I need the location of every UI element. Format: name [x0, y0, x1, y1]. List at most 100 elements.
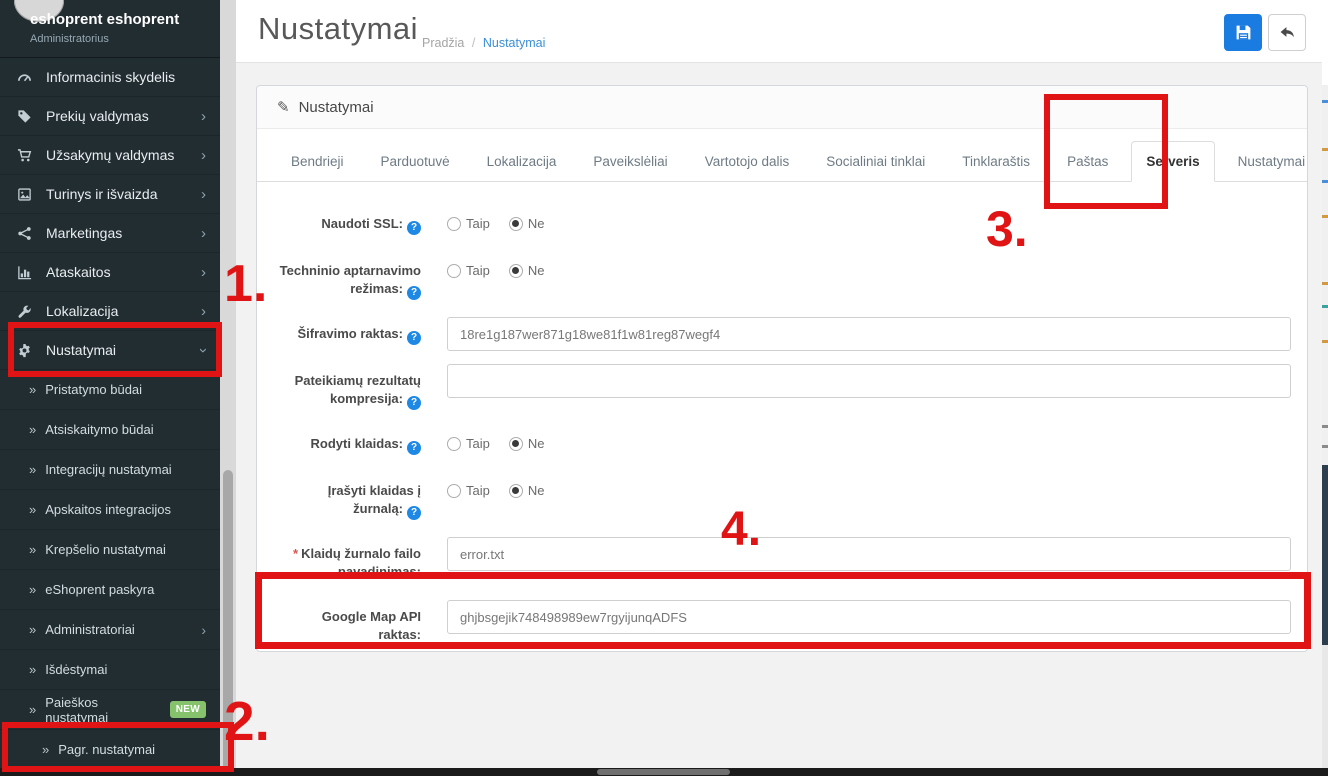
label-text: Rodyti klaidas:	[311, 436, 403, 451]
panel-heading-title: Nustatymai	[299, 99, 374, 116]
sidebar-subitem-apskaitos-integracijos[interactable]: » Apskaitos integracijos	[0, 490, 220, 530]
radio-ne[interactable]	[509, 484, 523, 498]
sidebar-item-ataskaitos[interactable]: Ataskaitos ›	[0, 253, 220, 292]
sidebar-subitem-administratoriai[interactable]: » Administratoriai ›	[0, 610, 220, 650]
double-angle-icon: »	[29, 702, 36, 717]
vertical-scrollbar[interactable]	[220, 0, 236, 776]
radio-ne[interactable]	[509, 217, 523, 231]
new-badge: NEW	[170, 701, 206, 718]
page-title: Nustatymai	[258, 11, 418, 47]
double-angle-icon: »	[29, 542, 36, 557]
pencil-icon: ✎	[277, 98, 290, 116]
sidebar-item-label: Užsakymų valdymas	[46, 147, 174, 163]
radio-group-maintenance: Taip Ne	[447, 254, 1291, 278]
help-icon[interactable]: ?	[407, 441, 421, 455]
annotation-number-4: 4.	[721, 506, 761, 554]
radio-label-taip: Taip	[466, 436, 490, 451]
radio-label-taip: Taip	[466, 216, 490, 231]
radio-taip[interactable]	[447, 437, 461, 451]
tab-nustatymai[interactable]: Nustatymai	[1224, 142, 1320, 181]
tab-parduotuve[interactable]: Parduotuvė	[367, 142, 464, 181]
sidebar-subitem-label: Apskaitos integracijos	[45, 502, 171, 517]
radio-label-ne: Ne	[528, 216, 545, 231]
back-button[interactable]	[1268, 14, 1306, 51]
sidebar-item-uzsakymu-valdymas[interactable]: Užsakymų valdymas ›	[0, 136, 220, 175]
sidebar-subitem-atsiskaitymo-budai[interactable]: » Atsiskaitymo būdai	[0, 410, 220, 450]
tab-bendrieji[interactable]: Bendrieji	[277, 142, 358, 181]
sidebar-subitem-isdestymai[interactable]: » Išdėstymai	[0, 650, 220, 690]
field-label: Techninio aptarnavimo režimas:?	[277, 254, 421, 304]
radio-ne[interactable]	[509, 264, 523, 278]
tab-vartotojo-dalis[interactable]: Vartotojo dalis	[691, 142, 804, 181]
sidebar-subitem-label: Integracijų nustatymai	[45, 462, 171, 477]
label-text: Naudoti SSL:	[321, 216, 403, 231]
undo-arrow-icon	[1278, 24, 1296, 42]
tab-socialiniai-tinklai[interactable]: Socialiniai tinklai	[812, 142, 939, 181]
tag-icon	[17, 109, 37, 124]
encryption-key-input[interactable]	[447, 317, 1291, 351]
sidebar-subitem-krepselio-nustatymai[interactable]: » Krepšelio nustatymai	[0, 530, 220, 570]
sidebar: eshoprent eshoprent Administratorius Inf…	[0, 0, 220, 776]
field-label: Šifravimo raktas:?	[277, 317, 421, 351]
sidebar-subitem-label: Pristatymo būdai	[45, 382, 142, 397]
save-button[interactable]	[1224, 14, 1262, 51]
field-label: Įrašyti klaidas į žurnalą:?	[277, 474, 421, 524]
tab-paveiksleliai[interactable]: Paveikslėliai	[579, 142, 681, 181]
image-icon	[17, 187, 37, 202]
radio-label-ne: Ne	[528, 436, 545, 451]
sidebar-item-marketingas[interactable]: Marketingas ›	[0, 214, 220, 253]
sidebar-item-label: Ataskaitos	[46, 264, 111, 280]
radio-label-taip: Taip	[466, 483, 490, 498]
breadcrumb: Pradžia / Nustatymai	[422, 36, 545, 50]
sidebar-item-label: Prekių valdymas	[46, 108, 149, 124]
sidebar-subitem-label: Išdėstymai	[45, 662, 107, 677]
radio-label-taip: Taip	[466, 263, 490, 278]
field-label: Rodyti klaidas:?	[277, 427, 421, 461]
radio-ne[interactable]	[509, 437, 523, 451]
bar-chart-icon	[17, 265, 37, 280]
help-icon[interactable]: ?	[407, 286, 421, 300]
help-icon[interactable]: ?	[407, 506, 421, 520]
breadcrumb-separator: /	[472, 36, 475, 50]
help-icon[interactable]: ?	[407, 396, 421, 410]
wrench-icon	[17, 304, 37, 319]
sidebar-subitem-label: Administratoriai	[45, 622, 135, 637]
tab-lokalizacija[interactable]: Lokalizacija	[473, 142, 571, 181]
form-row-irasyti-klaidas: Įrašyti klaidas į žurnalą:? Taip Ne	[277, 474, 1291, 524]
radio-label-ne: Ne	[528, 263, 545, 278]
radio-group-display-errors: Taip Ne	[447, 427, 1291, 451]
breadcrumb-current[interactable]: Nustatymai	[483, 36, 546, 50]
chevron-right-icon: ›	[201, 109, 206, 124]
double-angle-icon: »	[29, 462, 36, 477]
form-row-techninio-aptarnavimo: Techninio aptarnavimo režimas:? Taip Ne	[277, 254, 1291, 304]
sidebar-item-label: Informacinis skydelis	[46, 69, 175, 85]
radio-group-ssl: Taip Ne	[447, 207, 1291, 231]
help-icon[interactable]: ?	[407, 331, 421, 345]
annotation-number-3: 3.	[986, 204, 1028, 254]
radio-taip[interactable]	[447, 217, 461, 231]
compression-input[interactable]	[447, 364, 1291, 398]
sidebar-item-turinys-ir-isvaizda[interactable]: Turinys ir išvaizda ›	[0, 175, 220, 214]
save-icon	[1235, 24, 1252, 41]
sidebar-item-informacinis-skydelis[interactable]: Informacinis skydelis	[0, 58, 220, 97]
sidebar-subitem-label: eShoprent paskyra	[45, 582, 154, 597]
radio-taip[interactable]	[447, 484, 461, 498]
sidebar-subitem-eshoprent-paskyra[interactable]: » eShoprent paskyra	[0, 570, 220, 610]
user-role: Administratorius	[30, 33, 109, 45]
double-angle-icon: »	[29, 382, 36, 397]
chevron-right-icon: ›	[201, 187, 206, 202]
help-icon[interactable]: ?	[407, 221, 421, 235]
form-row-sifravimo-raktas: Šifravimo raktas:?	[277, 317, 1291, 351]
breadcrumb-home[interactable]: Pradžia	[422, 36, 464, 50]
sidebar-item-prekiu-valdymas[interactable]: Prekių valdymas ›	[0, 97, 220, 136]
annotation-box-4	[255, 572, 1311, 649]
tab-tinklarastis[interactable]: Tinklaraštis	[948, 142, 1044, 181]
double-angle-icon: »	[29, 502, 36, 517]
sidebar-subitem-integraciju-nustatymai[interactable]: » Integracijų nustatymai	[0, 450, 220, 490]
annotation-box-1	[8, 322, 222, 377]
radio-taip[interactable]	[447, 264, 461, 278]
error-log-filename-input[interactable]	[447, 537, 1291, 571]
annotation-box-2	[2, 722, 234, 772]
double-angle-icon: »	[29, 662, 36, 677]
required-asterisk: *	[293, 546, 298, 561]
